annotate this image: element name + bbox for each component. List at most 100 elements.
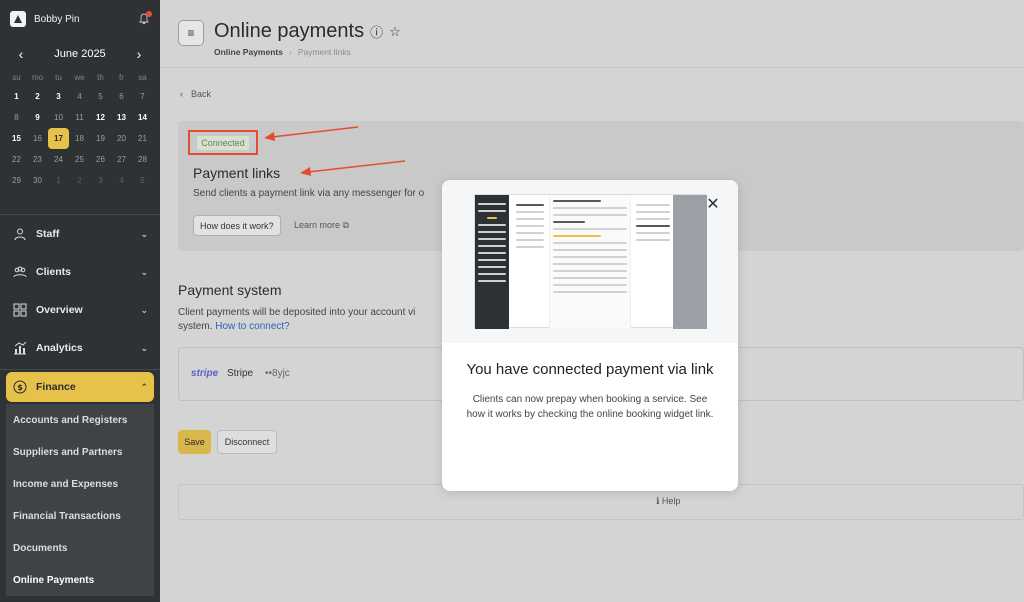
calendar-day[interactable]: 27 — [111, 149, 132, 170]
calendar-day[interactable]: 5 — [132, 170, 153, 191]
calendar-day[interactable]: 24 — [48, 149, 69, 170]
sidebar-item-label: Analytics — [36, 342, 83, 354]
menu-toggle-button[interactable]: ≡ — [178, 20, 204, 46]
calendar-day[interactable]: 20 — [111, 128, 132, 149]
submenu-income-and-expenses[interactable]: Income and Expenses — [6, 468, 154, 500]
payment-desc-text: Client payments will be deposited into y… — [178, 307, 416, 318]
calendar-day[interactable]: 23 — [27, 149, 48, 170]
calendar-day[interactable]: 26 — [90, 149, 111, 170]
sidebar-item-finance[interactable]: $ Finance ⌃ — [6, 372, 154, 402]
calendar-day[interactable]: 13 — [111, 107, 132, 128]
sidebar-item-staff[interactable]: Staff ⌄ — [0, 215, 160, 253]
calendar-day[interactable]: 3 — [90, 170, 111, 191]
breadcrumb-separator: › — [288, 47, 292, 57]
people-icon — [12, 264, 28, 280]
connected-modal: ✕ You have connected payment via link Cl… — [442, 180, 738, 491]
learn-more-link[interactable]: Learn more ⧉ — [294, 220, 349, 231]
calendar-day[interactable]: 28 — [132, 149, 153, 170]
calendar-day[interactable]: 21 — [132, 128, 153, 149]
calendar-day[interactable]: 4 — [69, 86, 90, 107]
how-to-connect-link[interactable]: How to connect? — [215, 321, 290, 332]
info-icon[interactable]: ⓘ — [370, 22, 383, 41]
external-link-icon: ⧉ — [342, 220, 349, 230]
prev-month-button[interactable]: ‹ — [14, 46, 28, 62]
calendar-day[interactable]: 25 — [69, 149, 90, 170]
weekday-label: mo — [31, 73, 44, 82]
calendar-day[interactable]: 11 — [69, 107, 90, 128]
calendar-day[interactable]: 8 — [6, 107, 27, 128]
next-month-button[interactable]: › — [132, 46, 146, 62]
grid-icon — [12, 302, 28, 318]
breadcrumb-payment-links: Payment links — [297, 47, 351, 57]
calendar-day[interactable]: 29 — [6, 170, 27, 191]
sidebar-menu: Staff ⌄ Clients ⌄ Overview ⌄ Analytics ⌄… — [0, 214, 160, 596]
svg-text:$: $ — [17, 383, 23, 392]
dollar-icon: $ — [12, 379, 28, 395]
calendar-day[interactable]: 7 — [132, 86, 153, 107]
user-name[interactable]: Bobby Pin — [34, 14, 80, 25]
sidebar-item-label: Clients — [36, 266, 72, 278]
calendar-day[interactable]: 1 — [6, 86, 27, 107]
calendar-month: June 2025 — [54, 48, 106, 60]
submenu-financial-transactions[interactable]: Financial Transactions — [6, 500, 154, 532]
calendar-day[interactable]: 5 — [90, 86, 111, 107]
calendar-day[interactable]: 18 — [69, 128, 90, 149]
annotation-highlight-box: Connected — [188, 130, 258, 155]
calendar-day[interactable]: 6 — [111, 86, 132, 107]
calendar-day[interactable]: 9 — [27, 107, 48, 128]
breadcrumb: Online Payments › Payment links — [214, 47, 401, 57]
back-link[interactable]: ‹ Back — [180, 89, 211, 99]
status-badge: Connected — [197, 135, 249, 150]
chevron-down-icon: ⌄ — [140, 342, 148, 353]
sidebar-item-overview[interactable]: Overview ⌄ — [0, 291, 160, 329]
star-icon[interactable]: ☆ — [389, 24, 401, 40]
submenu-suppliers-and-partners[interactable]: Suppliers and Partners — [6, 436, 154, 468]
submenu-accounts-and-registers[interactable]: Accounts and Registers — [6, 404, 154, 436]
save-button[interactable]: Save — [178, 430, 211, 454]
calendar-grid: su mo tu we th fr sa 1 2 3 4 5 6 7 8 9 10 11 12 13 14 15 16 17 1… — [0, 70, 160, 191]
calendar-day[interactable]: 4 — [111, 170, 132, 191]
chevron-down-icon: ⌄ — [140, 228, 148, 239]
calendar-day[interactable]: 12 — [90, 107, 111, 128]
weekday-label: tu — [55, 73, 62, 82]
hamburger-icon: ≡ — [187, 26, 195, 40]
submenu-documents[interactable]: Documents — [6, 532, 154, 564]
calendar-day[interactable]: 19 — [90, 128, 111, 149]
submenu-online-payments[interactable]: Online Payments — [6, 564, 154, 596]
calendar-day[interactable]: 2 — [27, 86, 48, 107]
sidebar-item-label: Finance — [36, 381, 76, 393]
payment-system-description: Client payments will be deposited into y… — [178, 306, 458, 334]
calendar-day[interactable]: 30 — [27, 170, 48, 191]
notification-bell-icon[interactable] — [138, 11, 152, 25]
calendar-day[interactable]: 2 — [69, 170, 90, 191]
close-icon[interactable]: ✕ — [706, 197, 720, 213]
calendar-day[interactable]: 14 — [132, 107, 153, 128]
chart-icon — [12, 340, 28, 356]
modal-title: You have connected payment via link — [466, 361, 714, 378]
breadcrumb-online-payments[interactable]: Online Payments — [214, 47, 283, 57]
calendar-day[interactable]: 22 — [6, 149, 27, 170]
sidebar-item-label: Overview — [36, 304, 83, 316]
booking-widget-screenshot — [474, 194, 707, 329]
card-title: Payment links — [193, 165, 281, 181]
company-logo-icon — [10, 11, 26, 27]
how-does-it-work-button[interactable]: How does it work? — [193, 215, 281, 236]
sidebar-item-clients[interactable]: Clients ⌄ — [0, 253, 160, 291]
person-icon — [12, 226, 28, 242]
payment-system-title: Payment system — [178, 282, 282, 298]
sidebar-item-analytics[interactable]: Analytics ⌄ — [0, 329, 160, 367]
calendar-day-today[interactable]: 17 — [48, 128, 69, 149]
calendar-day[interactable]: 10 — [48, 107, 69, 128]
help-label: Help — [661, 496, 681, 506]
calendar-day[interactable]: 3 — [48, 86, 69, 107]
payment-desc-text-2: system. — [178, 321, 213, 332]
calendar-day[interactable]: 15 — [6, 128, 27, 149]
page-title: Online payments — [214, 20, 365, 42]
calendar-day[interactable]: 16 — [27, 128, 48, 149]
calendar-day[interactable]: 1 — [48, 170, 69, 191]
learn-more-label: Learn more — [294, 220, 341, 230]
sidebar: Bobby Pin ‹ June 2025 › su mo tu we th fr sa 1 2… — [0, 0, 160, 602]
disconnect-button[interactable]: Disconnect — [217, 430, 277, 454]
back-label: Back — [191, 89, 212, 99]
help-link[interactable]: ℹ Help — [656, 496, 680, 507]
